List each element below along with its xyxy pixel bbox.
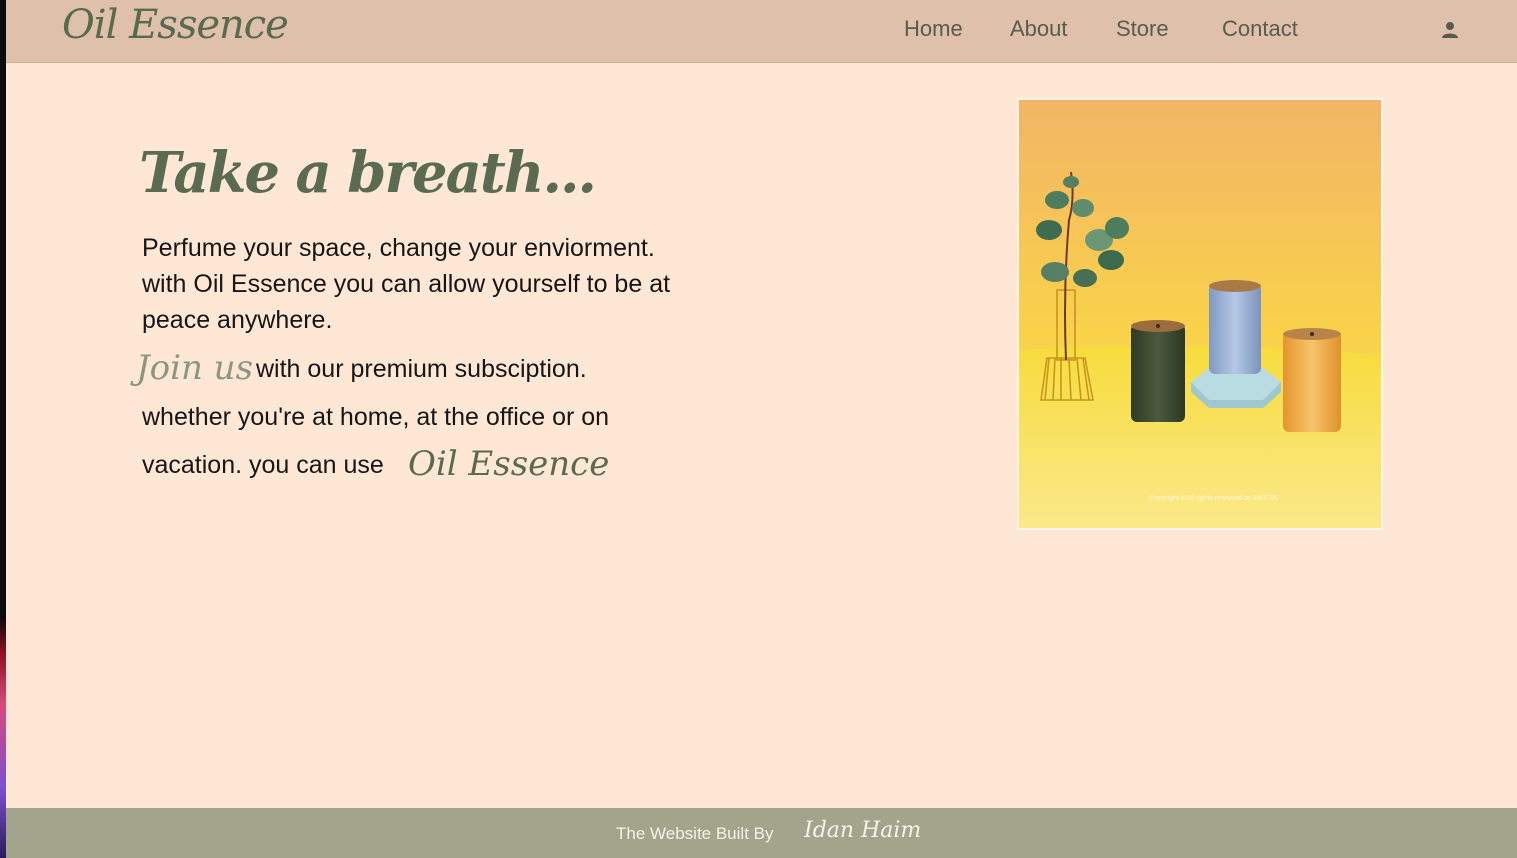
- hero-title: Take a breath...: [139, 140, 597, 206]
- orange-diffuser: [1283, 328, 1341, 432]
- hero-line-1: Perfume your space, change your enviorme…: [142, 234, 655, 262]
- join-us-script: Join us: [136, 348, 254, 388]
- footer-author: Idan Haim: [804, 818, 922, 843]
- nav-contact[interactable]: Contact: [1222, 16, 1298, 42]
- brand-script: Oil Essence: [408, 444, 610, 484]
- product-image: Copyright ©All rights reserved by MEETA: [1017, 98, 1383, 530]
- nav-about[interactable]: About: [1010, 16, 1068, 42]
- vacation-line: vacation. you can use: [142, 451, 384, 479]
- hero-line-3: peace anywhere.: [142, 306, 333, 334]
- page: Oil Essence Home About Store Contact Tak…: [6, 0, 1517, 858]
- blue-diffuser: [1209, 280, 1261, 374]
- home-office-line: whether you're at home, at the office or…: [142, 403, 610, 431]
- site-footer: The Website Built By Idan Haim: [6, 808, 1517, 858]
- nav-home[interactable]: Home: [904, 16, 963, 42]
- subscription-line: with our premium subsciption.: [256, 355, 587, 383]
- footer-built-by: The Website Built By: [616, 824, 774, 843]
- site-logo[interactable]: Oil Essence: [62, 2, 289, 48]
- green-diffuser: [1131, 320, 1185, 422]
- photo-watermark: Copyright ©All rights reserved by MEETA: [1149, 494, 1277, 502]
- nav-store[interactable]: Store: [1116, 16, 1169, 42]
- user-icon[interactable]: [1441, 21, 1459, 39]
- hero-line-2: with Oil Essence you can allow yourself …: [142, 270, 671, 298]
- diffuser-product-photo: Copyright ©All rights reserved by MEETA: [1019, 100, 1381, 528]
- site-header: Oil Essence Home About Store Contact: [6, 0, 1517, 63]
